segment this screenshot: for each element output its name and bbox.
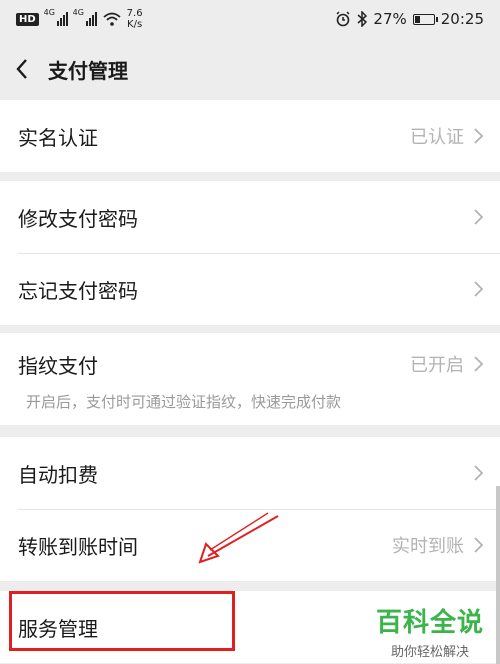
row-value: 实时到账 bbox=[392, 536, 464, 557]
row-value: 已开启 bbox=[410, 355, 464, 376]
watermark-tagline: 助你轻松解决 bbox=[390, 645, 469, 660]
row-auto-deduct[interactable]: 自动扣费 bbox=[0, 437, 500, 509]
watermark-brand: 百科全说 bbox=[375, 608, 484, 638]
clock: 20:25 bbox=[440, 10, 484, 28]
battery-percent: 27% bbox=[373, 10, 407, 28]
row-fingerprint-pay[interactable]: 指纹支付 已开启 bbox=[0, 333, 500, 395]
chevron-right-icon bbox=[474, 356, 484, 372]
wifi-icon bbox=[103, 12, 121, 26]
row-transfer-arrival-time[interactable]: 转账到账时间 实时到账 bbox=[0, 509, 500, 581]
alarm-icon bbox=[336, 11, 350, 27]
row-label: 指纹支付 bbox=[18, 353, 98, 378]
chevron-right-icon bbox=[474, 537, 484, 553]
highlight-box bbox=[9, 591, 235, 651]
row-label: 转账到账时间 bbox=[18, 534, 138, 559]
watermark: 百科全说 助你轻松解决 bbox=[376, 602, 484, 660]
group-payments: 自动扣费 转账到账时间 实时到账 bbox=[0, 437, 500, 581]
group-password: 修改支付密码 忘记支付密码 bbox=[0, 181, 500, 325]
chevron-left-icon bbox=[16, 59, 27, 79]
chevron-right-icon bbox=[474, 128, 484, 144]
group-fingerprint: 指纹支付 已开启 开启后，支付时可通过验证指纹，快速完成付款 bbox=[0, 333, 500, 425]
scrollbar[interactable] bbox=[496, 486, 500, 664]
row-label: 自动扣费 bbox=[18, 462, 98, 487]
fingerprint-description: 开启后，支付时可通过验证指纹，快速完成付款 bbox=[26, 393, 342, 411]
signal-icon: 4G bbox=[44, 8, 68, 26]
back-button[interactable] bbox=[0, 38, 44, 100]
row-label: 忘记支付密码 bbox=[18, 278, 138, 303]
row-forgot-pay-password[interactable]: 忘记支付密码 bbox=[0, 253, 500, 325]
row-label: 修改支付密码 bbox=[18, 206, 138, 231]
status-bar: HD 4G 4G 7.6 K/s 27% 20:25 bbox=[0, 0, 500, 38]
row-value: 已认证 bbox=[410, 127, 464, 148]
chevron-right-icon bbox=[474, 209, 484, 225]
battery-icon bbox=[412, 13, 438, 25]
network-speed: 7.6 K/s bbox=[126, 8, 143, 30]
chevron-right-icon bbox=[474, 281, 484, 297]
row-change-pay-password[interactable]: 修改支付密码 bbox=[0, 181, 500, 253]
nav-header: 支付管理 bbox=[0, 38, 500, 100]
bluetooth-icon bbox=[357, 11, 368, 27]
signal-icon: 4G bbox=[73, 8, 97, 26]
hd-badge: HD bbox=[16, 12, 39, 26]
group-verification: 实名认证 已认证 bbox=[0, 100, 500, 172]
page-title: 支付管理 bbox=[48, 58, 128, 83]
row-label: 实名认证 bbox=[18, 125, 98, 150]
chevron-right-icon bbox=[474, 465, 484, 481]
row-real-name-auth[interactable]: 实名认证 已认证 bbox=[0, 100, 500, 172]
